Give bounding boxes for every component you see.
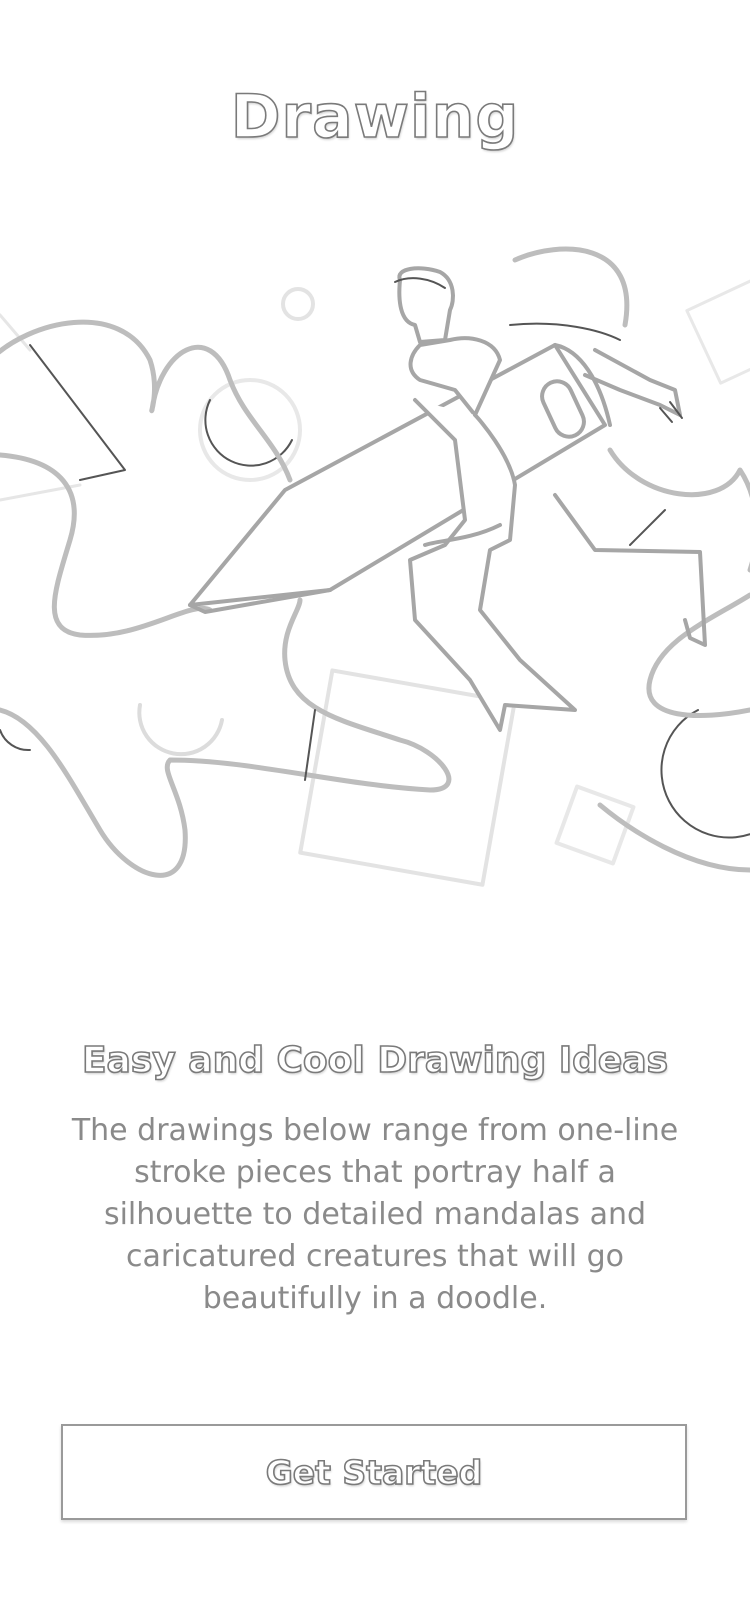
get-started-button[interactable]: Get Started <box>61 1424 687 1520</box>
headline: Easy and Cool Drawing Ideas <box>81 1039 669 1082</box>
description-text: The drawings below range from one-line s… <box>71 1113 679 1316</box>
app-title: Drawing <box>230 81 520 153</box>
person-riding-pencil-illustration <box>0 246 750 887</box>
hero-illustration <box>0 240 750 920</box>
get-started-label: Get Started <box>265 1452 483 1493</box>
